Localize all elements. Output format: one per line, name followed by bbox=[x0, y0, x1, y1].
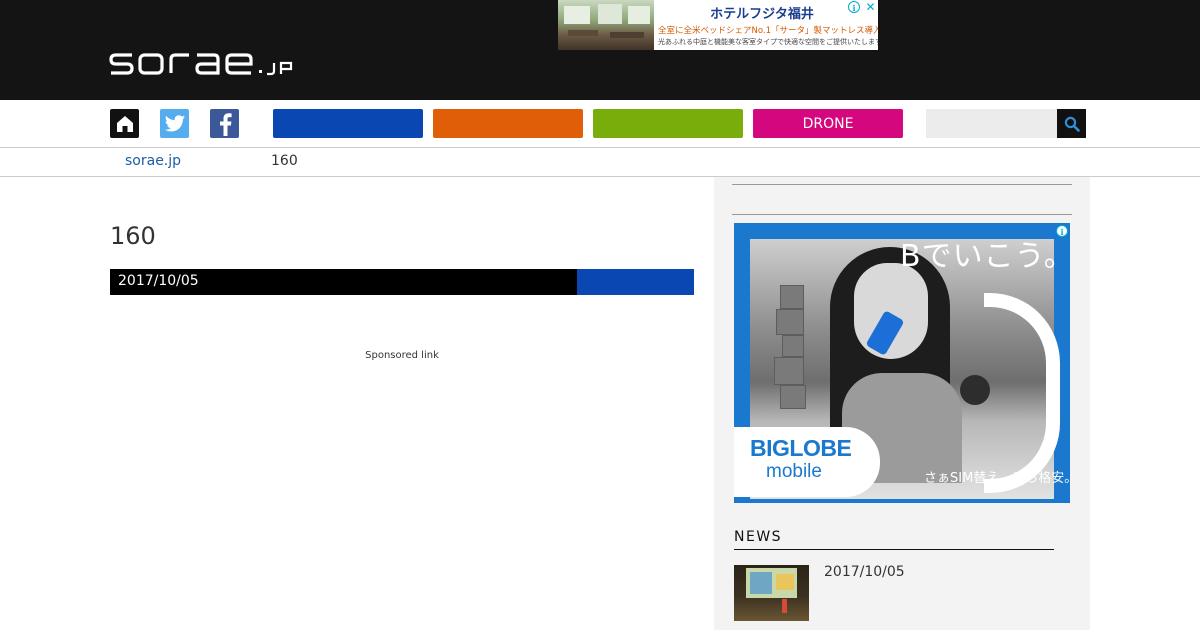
ad-line-1: 全室に全米ベッドシェアNo.1「サータ」製マットレス導入。 bbox=[658, 26, 878, 36]
post-date-bar: 2017/10/05 bbox=[110, 269, 577, 295]
news-divider bbox=[734, 549, 1054, 550]
sponsored-label: Sponsored link bbox=[365, 350, 439, 361]
adchoices-icon[interactable]: i bbox=[1056, 225, 1068, 237]
category-button-3[interactable] bbox=[593, 109, 743, 138]
ad-headline: Bでいこう。 bbox=[900, 239, 1070, 274]
ad-hotel-photo bbox=[558, 0, 654, 50]
category-tag[interactable] bbox=[577, 269, 694, 295]
site-header: ホテルフジタ福井 全室に全米ベッドシェアNo.1「サータ」製マットレス導入。 光… bbox=[0, 0, 1200, 100]
news-heading: NEWS bbox=[734, 529, 783, 545]
site-logo[interactable] bbox=[108, 46, 298, 82]
sidebar-divider bbox=[732, 184, 1072, 185]
sidebar-divider bbox=[732, 214, 1072, 215]
breadcrumb-home-link[interactable]: sorae.jp bbox=[125, 153, 181, 169]
sidebar-ad[interactable]: Bでいこう。 BIGLOBE mobile さぁSIM替え、ほら格安。 i bbox=[734, 223, 1070, 503]
breadcrumb-current: 160 bbox=[271, 153, 298, 169]
adchoices-icon[interactable]: i bbox=[848, 1, 860, 13]
search-icon bbox=[1064, 116, 1080, 132]
top-banner-ad[interactable]: ホテルフジタ福井 全室に全米ベッドシェアNo.1「サータ」製マットレス導入。 光… bbox=[558, 0, 878, 50]
category-button-1[interactable] bbox=[273, 109, 423, 138]
facebook-button[interactable] bbox=[210, 109, 239, 138]
post-date: 2017/10/05 bbox=[118, 273, 199, 289]
ad-brand-top: BIGLOBE bbox=[750, 435, 852, 461]
ad-title: ホテルフジタ福井 bbox=[710, 7, 814, 22]
logo-wordmark bbox=[109, 53, 293, 76]
twitter-icon bbox=[164, 114, 185, 132]
twitter-button[interactable] bbox=[160, 109, 189, 138]
ad-brand-bottom: mobile bbox=[766, 461, 822, 482]
ad-line-2: 光あふれる中庭と機能美な客室タイプで快適な空間をご提供いたします。 bbox=[658, 38, 878, 46]
category-button-2[interactable] bbox=[433, 109, 583, 138]
home-button[interactable] bbox=[110, 109, 139, 138]
sidebar: Bでいこう。 BIGLOBE mobile さぁSIM替え、ほら格安。 i NE… bbox=[714, 177, 1090, 630]
close-icon[interactable]: ✕ bbox=[863, 0, 878, 15]
breadcrumb: sorae.jp 160 bbox=[0, 148, 1200, 177]
search-button[interactable] bbox=[1057, 109, 1086, 138]
news-item-thumbnail[interactable] bbox=[734, 565, 809, 621]
home-icon bbox=[116, 115, 133, 132]
ad-tagline: さぁSIM替え、ほら格安。 bbox=[924, 471, 1070, 486]
page-title: 160 bbox=[110, 222, 156, 250]
search-input[interactable] bbox=[926, 109, 1057, 138]
news-item-date: 2017/10/05 bbox=[824, 564, 905, 580]
facebook-icon bbox=[219, 112, 232, 136]
category-button-drone[interactable]: DRONE bbox=[753, 109, 903, 138]
